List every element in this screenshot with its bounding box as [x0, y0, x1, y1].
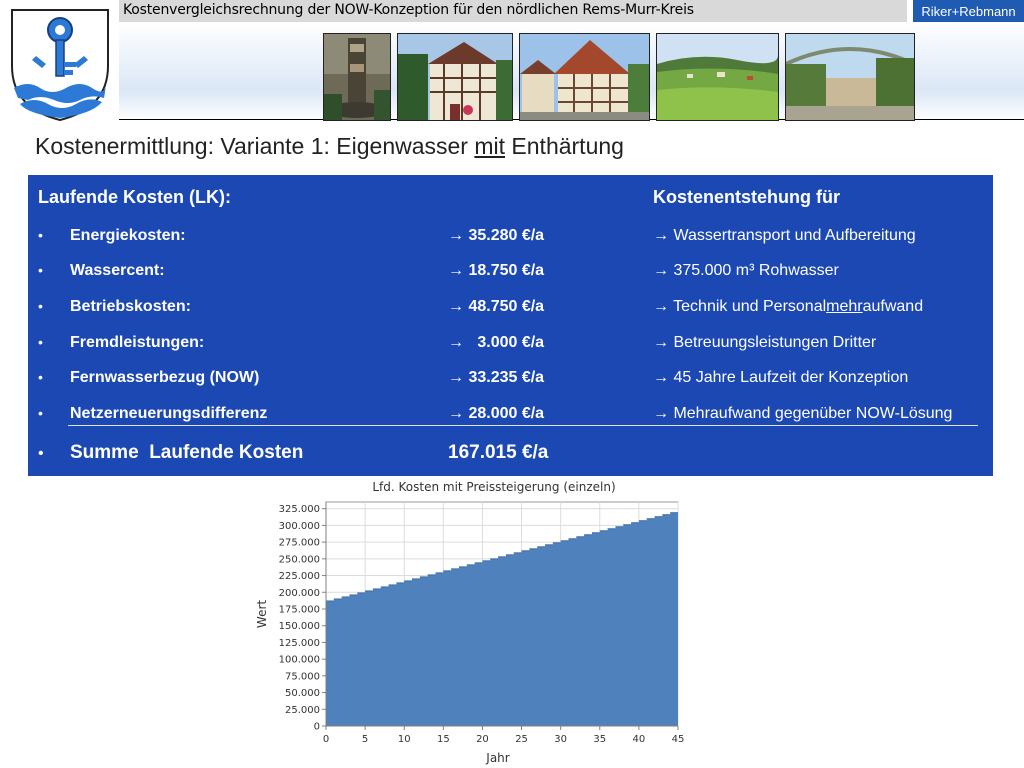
cost-label: Wassercent:	[70, 262, 165, 279]
y-tick-label: 0	[314, 722, 320, 733]
coat-of-arms-icon	[11, 9, 109, 122]
cost-row-water-fee: • Wassercent: → 18.750 €/a → 375.000 m³ …	[28, 259, 993, 283]
arrow-right-icon: →	[653, 405, 669, 422]
x-tick-label: 5	[362, 734, 368, 745]
bullet: •	[38, 369, 43, 385]
cost-label: Betriebskosten:	[70, 298, 191, 315]
page-title: Kostenermittlung: Variante 1: Eigenwasse…	[35, 133, 624, 159]
arrow-right-icon: →	[448, 227, 464, 244]
y-tick-label: 175.000	[279, 604, 320, 615]
y-tick-label: 50.000	[285, 688, 320, 699]
arrow-right-icon: →	[448, 369, 464, 386]
photo-half-timbered-house	[397, 33, 513, 121]
cost-amount: → 18.750 €/a	[448, 262, 545, 279]
running-costs-heading: Laufende Kosten (LK):	[38, 187, 231, 207]
x-tick-label: 20	[476, 734, 489, 745]
y-tick-label: 225.000	[279, 571, 320, 582]
y-tick-label: 125.000	[279, 638, 320, 649]
origin-emphasis: mehr	[826, 298, 863, 315]
x-tick-label: 30	[554, 734, 567, 745]
cost-label: Netzerneuerungsdifferenz	[70, 405, 268, 422]
arrow-right-icon: →	[653, 298, 669, 315]
title-emphasis: mit	[474, 133, 506, 159]
arrow-right-icon: →	[448, 262, 464, 279]
x-tick-label: 15	[437, 734, 450, 745]
x-tick-label: 0	[323, 734, 329, 745]
cost-label: Fremdleistungen:	[70, 334, 205, 351]
photo-landscape	[656, 33, 779, 121]
cost-amount: → 48.750 €/a	[448, 298, 545, 315]
x-axis-label: Jahr	[485, 751, 509, 765]
cost-origin: → Mehraufwand gegenüber NOW-Lösung	[653, 405, 953, 422]
cost-panel: Laufende Kosten (LK): Kostenentstehung f…	[28, 175, 993, 476]
cost-amount: → 28.000 €/a	[448, 405, 545, 422]
brand-label: Riker+Rebmann	[913, 0, 1024, 24]
cost-origin-heading: Kostenentstehung für	[653, 187, 840, 207]
arrow-right-icon: →	[653, 227, 669, 244]
x-tick-label: 25	[515, 734, 528, 745]
bullet: •	[38, 405, 43, 421]
x-tick-label: 40	[633, 734, 646, 745]
sum-amount: 167.015 €/a	[448, 442, 549, 463]
arrow-right-icon: →	[653, 262, 669, 279]
cost-origin: → 375.000 m³ Rohwasser	[653, 262, 839, 279]
cost-row-external-water: • Fernwasserbezug (NOW) → 33.235 €/a → 4…	[28, 366, 993, 390]
cost-amount: → 3.000 €/a	[448, 334, 545, 351]
cost-origin: → Wassertransport und Aufbereitung	[653, 227, 916, 244]
arrow-right-icon: →	[653, 334, 669, 351]
y-tick-label: 200.000	[279, 588, 320, 599]
photo-courtyard	[785, 33, 915, 121]
x-tick-label: 45	[672, 734, 685, 745]
arrow-right-icon: →	[653, 369, 669, 386]
cost-row-energy: • Energiekosten: → 35.280 €/a → Wassertr…	[28, 224, 993, 248]
bullet: •	[38, 334, 43, 350]
photo-village-house	[519, 33, 650, 121]
document-title: Kostenvergleichsrechnung der NOW-Konzept…	[123, 2, 694, 18]
y-tick-label: 325.000	[279, 504, 320, 515]
cost-amount: → 33.235 €/a	[448, 369, 545, 386]
y-tick-label: 300.000	[279, 521, 320, 532]
y-axis-label: Wert	[255, 600, 269, 628]
x-tick-label: 35	[593, 734, 606, 745]
y-tick-label: 150.000	[279, 621, 320, 632]
bullet: •	[38, 262, 43, 278]
chart-title: Lfd. Kosten mit Preissteigerung (einzeln…	[372, 480, 615, 494]
bullet: •	[38, 298, 43, 314]
sum-label: Summe Laufende Kosten	[70, 442, 304, 463]
y-tick-label: 250.000	[279, 554, 320, 565]
cost-origin: → Betreuungsleistungen Dritter	[653, 334, 877, 351]
cost-label: Fernwasserbezug (NOW)	[70, 369, 260, 386]
arrow-right-icon: →	[448, 334, 464, 351]
cost-row-network-renewal: • Netzerneuerungsdifferenz → 28.000 €/a …	[28, 402, 993, 426]
bullet: •	[38, 445, 44, 462]
x-tick-label: 10	[398, 734, 411, 745]
bullet: •	[38, 227, 43, 243]
cost-row-external-services: • Fremdleistungen: → 3.000 €/a → Betreuu…	[28, 331, 993, 355]
arrow-right-icon: →	[448, 298, 464, 315]
cost-origin: → 45 Jahre Laufzeit der Konzeption	[653, 369, 909, 386]
y-tick-label: 25.000	[285, 705, 320, 716]
cost-label: Energiekosten:	[70, 227, 186, 244]
cost-chart: 0 5 10 15 20 25 30 35 40 45 0 25.000 50.000 75.000 100…	[255, 480, 685, 765]
photo-fountain	[323, 33, 391, 121]
cost-amount: → 35.280 €/a	[448, 227, 545, 244]
cost-origin: → Technik und Personalmehraufwand	[653, 298, 924, 315]
cost-row-operating: • Betriebskosten: → 48.750 €/a → Technik…	[28, 295, 993, 319]
y-tick-label: 100.000	[279, 655, 320, 666]
arrow-right-icon: →	[448, 405, 464, 422]
y-tick-label: 75.000	[285, 671, 320, 682]
sum-divider	[68, 425, 978, 426]
y-tick-label: 275.000	[279, 538, 320, 549]
cost-row-sum: • Summe Laufende Kosten 167.015 €/a	[28, 441, 993, 465]
